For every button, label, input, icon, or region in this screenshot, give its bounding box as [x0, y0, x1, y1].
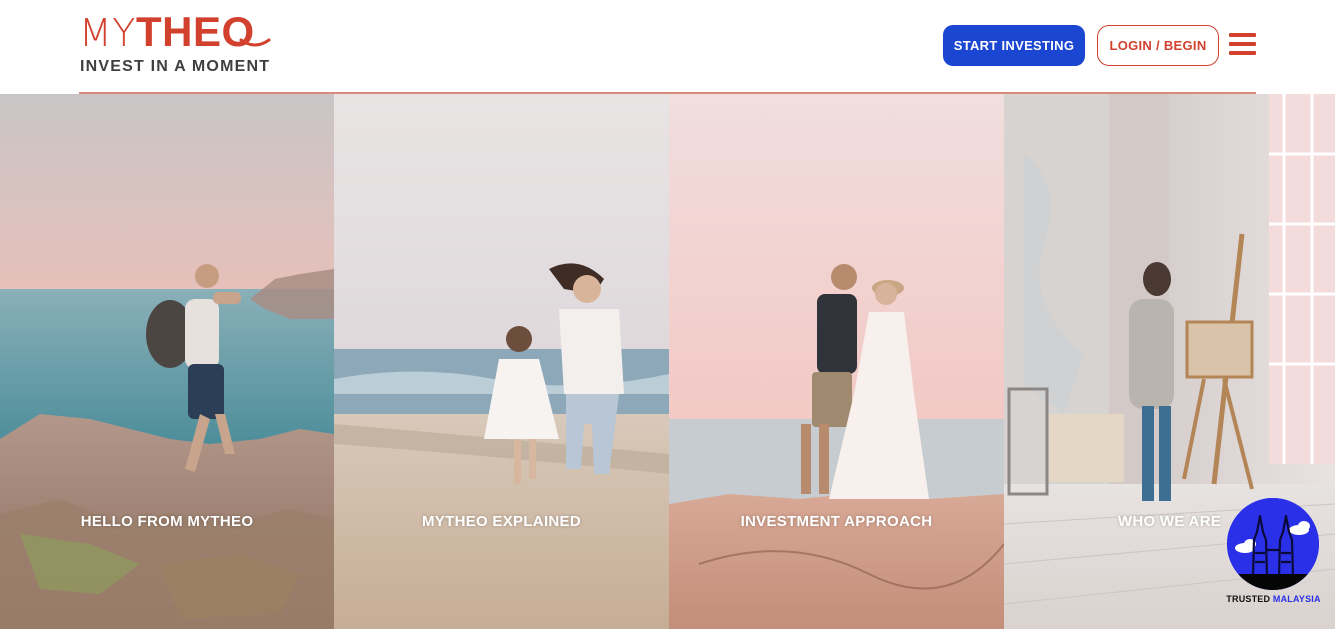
hamburger-menu-icon[interactable]: [1229, 31, 1256, 58]
logo-tagline: INVEST IN A MOMENT: [80, 58, 271, 75]
menu-bar: [1229, 33, 1256, 37]
panel-investment-approach[interactable]: INVESTMENT APPROACH: [669, 94, 1004, 629]
menu-bar: [1229, 42, 1256, 46]
start-investing-button[interactable]: START INVESTING: [943, 25, 1085, 66]
site-header: MYTHEO INVEST IN A MOMENT START INVESTIN…: [0, 0, 1335, 94]
panel-label: INVESTMENT APPROACH: [740, 513, 933, 530]
hero-panels: HELLO FROM MYTHEO MYTHEO EXPLAINED INVES…: [0, 94, 1335, 629]
logo-wordmark: MYTHEO: [79, 8, 255, 56]
mytheo-logo[interactable]: MYTHEO INVEST IN A MOMENT: [79, 10, 279, 80]
trusted-malaysia-badge[interactable]: TRUSTED MALAYSIA: [1221, 496, 1326, 611]
panel-label: HELLO FROM MYTHEO: [80, 513, 254, 530]
couple-rock-photo: [669, 94, 1004, 629]
logo-smile-arc-icon: [239, 38, 271, 47]
panel-hello-from-mytheo[interactable]: HELLO FROM MYTHEO: [0, 94, 334, 629]
panel-label: MYTHEO EXPLAINED: [422, 513, 581, 530]
beach-running-photo: [334, 94, 669, 629]
petronas-towers-icon: [1227, 498, 1319, 590]
badge-caption: TRUSTED MALAYSIA: [1221, 594, 1326, 604]
badge-caption-main: TRUSTED: [1226, 594, 1271, 604]
hiker-cliff-photo: [0, 94, 334, 629]
login-begin-button[interactable]: LOGIN / BEGIN: [1097, 25, 1219, 66]
menu-bar: [1229, 51, 1256, 55]
panel-mytheo-explained[interactable]: MYTHEO EXPLAINED: [334, 94, 669, 629]
badge-caption-accent: MALAYSIA: [1272, 594, 1321, 604]
